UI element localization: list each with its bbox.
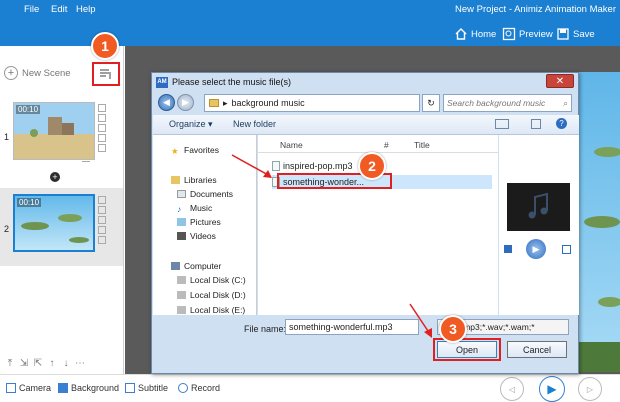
step-marker-2: 2 <box>358 152 386 180</box>
step-marker-3: 3 <box>439 315 467 343</box>
annotation-arrows <box>231 154 432 338</box>
